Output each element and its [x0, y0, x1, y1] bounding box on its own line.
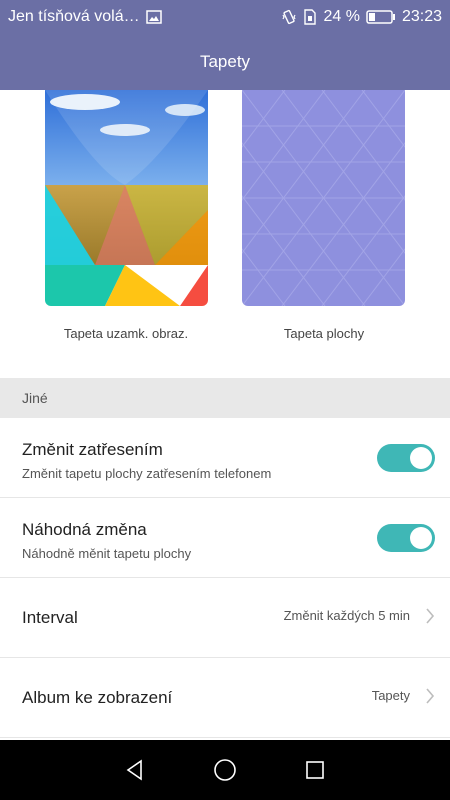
home-screen-wallpaper-preview[interactable]: [242, 90, 405, 306]
section-header-other: Jiné: [0, 378, 450, 418]
random-toggle[interactable]: [377, 524, 435, 552]
recents-button[interactable]: [301, 756, 329, 784]
image-icon: [145, 10, 162, 24]
page-title: Tapety: [199, 52, 251, 71]
battery-icon: [366, 10, 396, 24]
toggle-knob: [410, 527, 432, 549]
lock-screen-wallpaper-preview[interactable]: [45, 90, 208, 306]
setting-title: Změnit zatřesením: [22, 440, 163, 459]
setting-title: Album ke zobrazení: [22, 688, 173, 707]
home-wallpaper-label: Tapeta plochy: [283, 326, 365, 341]
clock: 23:23: [401, 8, 442, 25]
lock-wallpaper-label: Tapeta uzamk. obraz.: [63, 326, 189, 341]
battery-percent: 24 %: [323, 8, 360, 25]
album-value: Tapety: [371, 688, 410, 703]
chevron-right-icon: [426, 608, 435, 624]
setting-random-change[interactable]: Náhodná změna Náhodně měnit tapetu ploch…: [0, 498, 450, 578]
status-right: 24 % 23:23: [281, 8, 442, 26]
main-content[interactable]: Tapeta uzamk. obraz. Tapeta plochy Jiné …: [0, 90, 450, 740]
back-button[interactable]: [121, 756, 149, 784]
setting-interval[interactable]: Interval Změnit každých 5 min: [0, 578, 450, 658]
navigation-bar: [0, 740, 450, 800]
lock-screen-wallpaper-image: [45, 90, 208, 306]
status-left: Jen tísňová volá…: [8, 8, 162, 26]
home-button[interactable]: [211, 756, 239, 784]
header: Tapety: [0, 34, 450, 90]
shake-toggle[interactable]: [377, 444, 435, 472]
wallpaper-previews: Tapeta uzamk. obraz. Tapeta plochy: [0, 90, 450, 378]
chevron-right-icon: [426, 688, 435, 704]
setting-title: Interval: [22, 608, 78, 627]
setting-album[interactable]: Album ke zobrazení Tapety: [0, 658, 450, 738]
recents-icon: [306, 761, 324, 779]
sim-icon: [303, 9, 317, 25]
toggle-knob: [410, 447, 432, 469]
status-bar: Jen tísňová volá… 24 % 23:23: [0, 0, 450, 34]
setting-title: Náhodná změna: [22, 520, 147, 539]
interval-value: Změnit každých 5 min: [283, 608, 410, 623]
home-icon: [214, 759, 236, 781]
setting-subtitle: Náhodně měnit tapetu plochy: [22, 546, 192, 561]
vibrate-icon: [281, 9, 297, 25]
back-icon: [126, 759, 142, 781]
setting-subtitle: Změnit tapetu plochy zatřesením telefone…: [22, 466, 272, 481]
notification-text: Jen tísňová volá…: [8, 8, 140, 25]
setting-shake-to-change[interactable]: Změnit zatřesením Změnit tapetu plochy z…: [0, 418, 450, 498]
home-screen-wallpaper-pattern: [242, 90, 405, 306]
